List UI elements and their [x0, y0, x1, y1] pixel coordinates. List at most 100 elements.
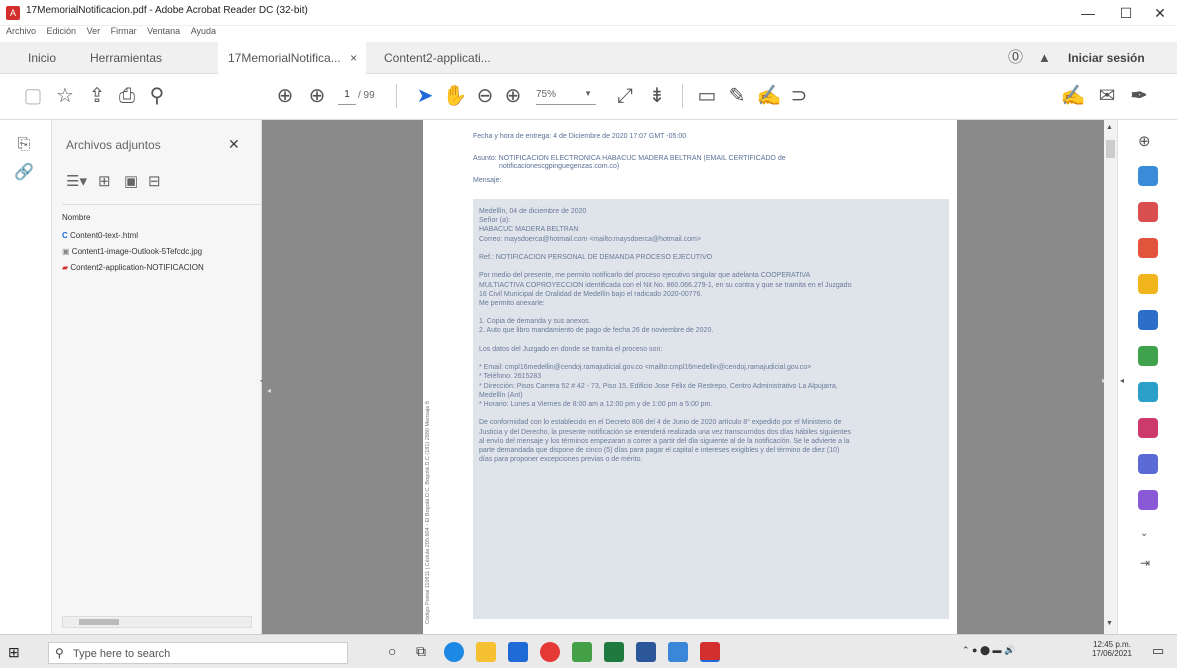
scroll-down-icon[interactable]: ▼	[1106, 620, 1113, 627]
windows-taskbar: ⊞ ⚲ Type here to search ○ ⧉ ⌃ ● ⬤ ▬ 🔊 12…	[0, 634, 1177, 668]
system-tray-icons[interactable]: ⌃ ● ⬤ ▬ 🔊	[962, 645, 1015, 656]
excel-icon[interactable]	[604, 642, 624, 662]
add-attachment-icon[interactable]: ⊞	[98, 172, 111, 190]
page-down-icon[interactable]: ⊕	[304, 83, 330, 109]
document-viewer[interactable]: Código Postal 110911 | Cédula 205.604 - …	[262, 120, 1117, 634]
compress-pdf-icon[interactable]	[1138, 346, 1158, 366]
message-body-line: * Dirección: Pisos Carrera 52 # 42 - 73,…	[479, 382, 838, 390]
windows-start-icon[interactable]: ⊞	[8, 644, 24, 660]
close-panel-icon[interactable]: ✕	[228, 136, 240, 153]
organize-pages-icon[interactable]	[1138, 202, 1158, 222]
attachment-options-icon[interactable]: ☰▾	[66, 172, 87, 190]
store-icon[interactable]	[508, 642, 528, 662]
menu-edicion[interactable]: Edición	[47, 26, 77, 36]
close-window-button[interactable]: ✕	[1145, 3, 1175, 23]
attachment-item[interactable]: C Content0-text-.html	[62, 231, 138, 240]
open-attachment-icon[interactable]: ⊟	[148, 172, 161, 190]
more-tools-chevron-icon[interactable]: ⌄	[1140, 528, 1148, 539]
expand-pane-icon[interactable]: ⇥	[1140, 556, 1150, 570]
attachment-paperclip-icon[interactable]: 🔗	[14, 162, 34, 182]
tab-herramientas[interactable]: Herramientas	[90, 42, 162, 74]
menu-ayuda[interactable]: Ayuda	[191, 26, 216, 36]
email-icon[interactable]: ✉	[1094, 83, 1120, 109]
acrobat-window: A 17MemorialNotificacion.pdf - Adobe Acr…	[0, 0, 1177, 668]
create-pdf-tool-icon[interactable]	[1138, 238, 1158, 258]
menu-archivo[interactable]: Archivo	[6, 26, 36, 36]
clock[interactable]: 12:45 p.m. 17/06/2021	[1088, 640, 1136, 658]
notification-bell-icon[interactable]: ▲	[1038, 42, 1051, 74]
search-icon[interactable]: ⚲	[144, 83, 170, 109]
window-title: 17MemorialNotificacion.pdf - Adobe Acrob…	[26, 5, 308, 16]
task-view-icon[interactable]: ⧉	[416, 643, 426, 660]
menu-ventana[interactable]: Ventana	[147, 26, 180, 36]
attachment-item[interactable]: ▰ Content2-application-NOTIFICACION	[62, 263, 260, 272]
request-signature-icon[interactable]	[1138, 490, 1158, 510]
export-pdf-icon[interactable]	[1138, 166, 1158, 186]
word-icon[interactable]	[636, 642, 656, 662]
attachments-panel-title: Archivos adjuntos	[66, 138, 161, 152]
tab-close-icon[interactable]: ×	[350, 51, 357, 65]
opera-icon[interactable]	[540, 642, 560, 662]
message-body-line: Medellín (Ant)	[479, 391, 523, 399]
signin-button[interactable]: Iniciar sesión	[1068, 42, 1145, 74]
comment-icon[interactable]: ▭	[694, 83, 720, 109]
tools-pen-icon[interactable]: ✒	[1126, 83, 1152, 109]
help-icon[interactable]: ⓪	[1008, 42, 1023, 74]
horizontal-scrollbar[interactable]	[62, 616, 252, 628]
select-cursor-icon[interactable]: ➤	[412, 83, 438, 109]
scroll-mode-icon[interactable]: ⇟	[644, 83, 670, 109]
page-number-input[interactable]: 1	[338, 89, 356, 105]
calendar-icon[interactable]	[668, 642, 688, 662]
page-up-icon[interactable]: ⊕	[272, 83, 298, 109]
vertical-scrollbar[interactable]: ▲ ▼	[1104, 120, 1117, 634]
action-center-icon[interactable]: ▭	[1152, 643, 1164, 659]
file-explorer-icon[interactable]	[476, 642, 496, 662]
stamp-icon[interactable]: ⊃	[786, 83, 812, 109]
edit-pdf-icon[interactable]	[1138, 382, 1158, 402]
minimize-button[interactable]: —	[1073, 3, 1103, 23]
app-icon[interactable]	[572, 642, 592, 662]
comment-tool-icon[interactable]	[1138, 274, 1158, 294]
edge-browser-icon[interactable]	[444, 642, 464, 662]
zoom-dropdown[interactable]: 75% ▼	[536, 89, 596, 105]
menu-ver[interactable]: Ver	[87, 26, 101, 36]
side-stamp-text: Código Postal 110911 | Cédula 205.604 - …	[425, 401, 431, 624]
search-input[interactable]: Type here to search	[73, 648, 170, 660]
zoom-out-icon[interactable]: ⊖	[472, 83, 498, 109]
hand-tool-icon[interactable]: ✋	[442, 83, 468, 109]
create-pdf-icon[interactable]: ▢	[20, 83, 46, 109]
scroll-up-icon[interactable]: ▲	[1106, 124, 1113, 131]
menu-firmar[interactable]: Firmar	[111, 26, 137, 36]
zoom-in-icon[interactable]: ⊕	[500, 83, 526, 109]
bookmark-star-icon[interactable]: ☆	[52, 83, 78, 109]
zoom-tool-icon[interactable]: ⊕	[1138, 132, 1151, 150]
maximize-button[interactable]: ☐	[1111, 3, 1141, 23]
attachment-item[interactable]: ▣ Content1-image-Outlook-5Tefcdc.jpg	[62, 247, 260, 256]
message-body-line: * Horario: Lunes a Viernes de 8:00 am a …	[479, 400, 713, 408]
scrollbar-thumb[interactable]	[1106, 140, 1115, 158]
column-header-name[interactable]: Nombre	[62, 213, 90, 222]
attachment-item-label: Content1-image-Outlook-5Tefcdc.jpg	[71, 247, 203, 256]
acrobat-app-icon: A	[6, 6, 20, 20]
draw-sign-icon[interactable]: ✍	[756, 83, 782, 109]
share-icon[interactable]: ⇪	[84, 83, 110, 109]
fill-and-sign-icon[interactable]	[1138, 418, 1158, 438]
protect-shield-icon[interactable]	[1138, 454, 1158, 474]
save-attachment-icon[interactable]: ▣	[124, 172, 138, 190]
left-arrow-icon[interactable]: ◂	[267, 386, 271, 395]
combine-files-icon[interactable]	[1138, 310, 1158, 330]
acrobat-taskbar-icon[interactable]	[700, 642, 720, 662]
print-icon[interactable]: ⎙	[114, 83, 140, 109]
cortana-icon[interactable]: ○	[388, 643, 396, 659]
tab-inicio[interactable]: Inicio	[28, 42, 56, 74]
fit-page-icon[interactable]: ⤢	[612, 83, 638, 109]
fill-sign-icon[interactable]: ✍	[1060, 83, 1086, 109]
taskbar-search[interactable]: ⚲ Type here to search	[48, 642, 348, 664]
scrollbar-thumb[interactable]	[79, 619, 119, 625]
message-body-line: Señor (a):	[479, 217, 511, 225]
highlight-pen-icon[interactable]: ✎	[724, 83, 750, 109]
tab-document-2[interactable]: Content2-applicati...	[384, 42, 491, 74]
tab-document[interactable]: 17MemorialNotifica... ×	[218, 42, 366, 74]
collapse-right-arrow-icon[interactable]: ◂	[1120, 376, 1124, 385]
pages-thumbnail-icon[interactable]: ⎘	[14, 136, 34, 156]
